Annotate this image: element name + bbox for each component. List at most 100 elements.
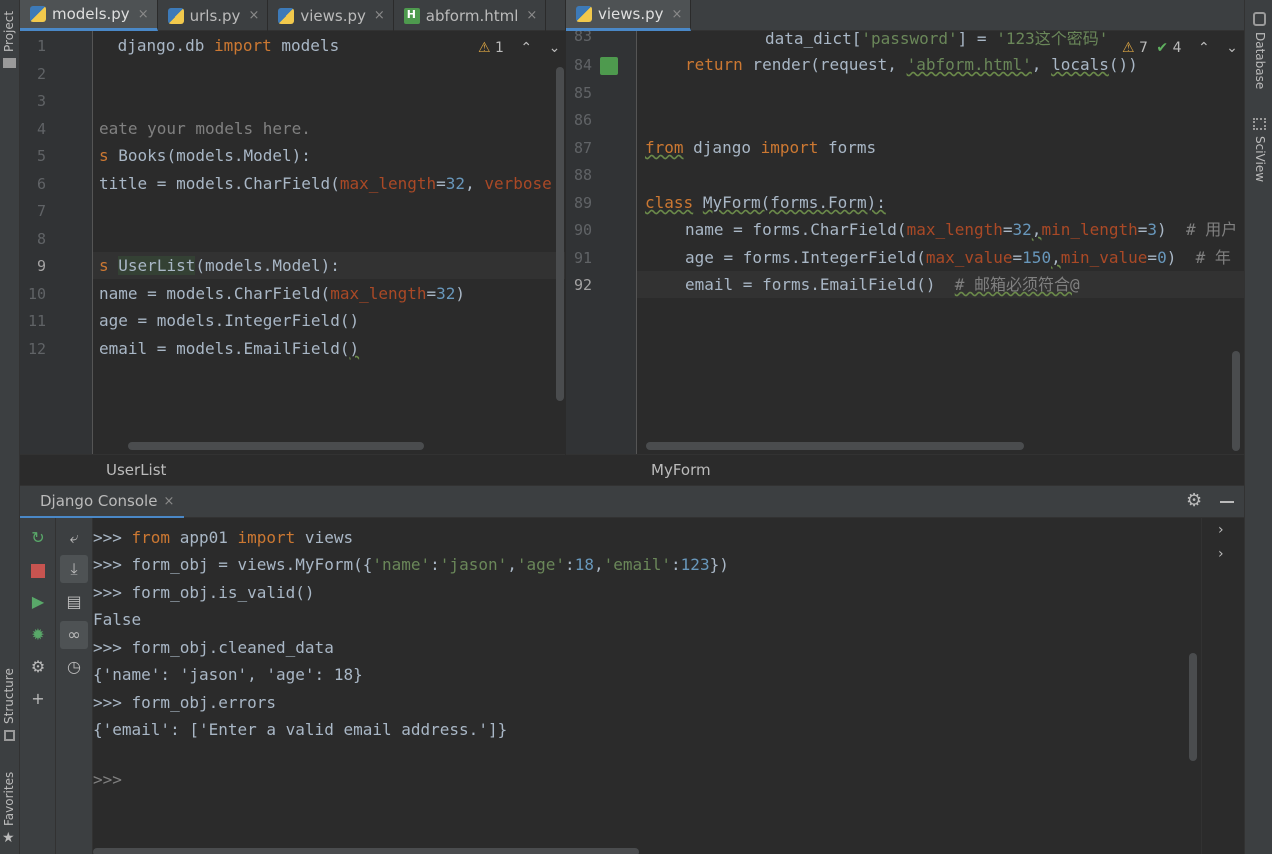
line-number: 7 [36,202,46,220]
tab-django-console[interactable]: Django Console × [20,486,185,519]
tab-views-py-right[interactable]: views.py × [566,0,692,31]
close-icon[interactable]: × [163,494,174,509]
vertical-scrollbar[interactable] [1232,351,1240,451]
chevron-down-icon[interactable]: ⌄ [1226,40,1238,56]
chevron-right-icon[interactable]: › [1218,546,1224,562]
breadcrumb-item[interactable]: UserList [106,461,166,479]
console-header: Django Console × ⚙ [20,485,1244,519]
line-number: 88 [573,166,592,184]
console-line: >>> form_obj.cleaned_data [93,638,334,657]
line-number: 5 [36,147,46,165]
line-number: 4 [36,120,46,138]
console-output[interactable]: >>> from app01 import views >>> form_obj… [93,518,1201,854]
chevron-up-icon[interactable]: ⌃ [520,40,532,56]
gear-icon[interactable]: ⚙ [1186,490,1202,511]
structure-tool-button[interactable]: Structure [2,668,16,724]
code-line: from django import forms [645,138,877,157]
console-line: >>> form_obj = views.MyForm({'name':'jas… [93,555,729,574]
close-icon[interactable]: × [672,7,683,22]
console-tab-label: Django Console [40,492,158,510]
line-number: 92 [573,276,592,294]
warning-count: 1 [495,40,504,56]
right-code-editor[interactable]: 83 84 85 86 87 88 89 90 91 92 data_dict[… [566,31,1244,454]
close-icon[interactable]: × [248,8,259,23]
line-number: 8 [36,230,46,248]
play-icon[interactable]: ▶ [28,592,48,612]
right-tool-strip: Database SciView [1244,0,1272,854]
tab-views-py[interactable]: views.py × [268,0,394,31]
favorites-tool-button[interactable]: Favorites [2,772,16,826]
left-editor-tab-bar: models.py × urls.py × views.py × abform.… [20,0,565,31]
chevron-up-icon[interactable]: ⌃ [1198,40,1210,56]
chevron-down-icon[interactable]: ⌄ [549,40,561,56]
code-line: age = forms.IntegerField(max_value=150,m… [685,248,1231,267]
html-template-gutter-icon[interactable] [600,57,618,75]
code-line: email = forms.EmailField() # 邮箱必须符合@ [685,275,1080,294]
tab-models-py[interactable]: models.py × [20,0,158,31]
console-prompt[interactable]: >>> [93,766,122,793]
tab-urls-py[interactable]: urls.py × [158,0,269,31]
inspection-widget[interactable]: ⚠ 7 ✔ 4 ⌃ ⌄ [1118,40,1238,56]
code-line: eate your models here. [99,119,311,138]
horizontal-scrollbar[interactable] [128,442,424,450]
line-number: 84 [573,56,592,74]
line-number: 10 [27,285,46,303]
structure-icon [4,730,15,741]
python-file-icon [167,7,184,24]
project-tool-button[interactable]: Project [2,11,16,52]
code-line: s UserList(models.Model): [99,256,340,275]
soft-wrap-icon[interactable]: ⤶ [64,528,84,548]
python-file-icon [278,7,295,24]
inspection-widget[interactable]: ⚠ 1 ⌃ ⌄ [478,40,560,56]
vertical-scrollbar[interactable] [1189,653,1197,761]
code-line: name = models.CharField(max_length=32) [99,284,466,303]
close-icon[interactable]: × [526,8,537,23]
code-line: class MyForm(forms.Form): [645,193,886,212]
console-line: {'email': ['Enter a valid email address.… [93,720,508,739]
left-code-editor[interactable]: 1 2 3 4 5 6 7 8 9 10 11 12 django.db imp… [20,31,565,454]
console-line: False [93,610,142,629]
settings-icon[interactable]: ⚙ [28,657,48,677]
line-number: 91 [573,249,592,267]
minimize-icon[interactable] [1220,501,1234,503]
chevron-right-icon[interactable]: › [1218,522,1224,538]
line-number: 2 [36,65,46,83]
line-number: 85 [573,84,592,102]
horizontal-scrollbar[interactable] [93,848,639,854]
vertical-scrollbar[interactable] [556,67,564,401]
stop-icon[interactable] [31,564,45,578]
add-icon[interactable]: + [28,689,48,709]
line-number: 83 [573,31,592,45]
sciview-tool-button[interactable]: SciView [1253,136,1267,182]
console-view-toolbar: ⤶ ⤓ ▤ ∞ ◷ [56,518,93,854]
line-number: 3 [36,92,46,110]
tab-abform-html[interactable]: abform.html × [394,0,547,31]
horizontal-scrollbar[interactable] [646,442,1024,450]
breadcrumb-item[interactable]: MyForm [651,461,711,479]
warning-icon: ⚠ [1122,40,1135,56]
breadcrumb[interactable]: UserList [20,454,565,485]
rerun-icon[interactable]: ↻ [28,528,48,548]
code-line: return render(request, 'abform.html', lo… [685,55,1138,74]
close-icon[interactable]: × [138,7,149,22]
line-number: 6 [36,175,46,193]
breadcrumb[interactable]: MyForm [566,454,1244,485]
database-tool-button[interactable]: Database [1253,32,1267,89]
variables-panel: › › [1201,518,1244,854]
line-number: 12 [27,340,46,358]
close-icon[interactable]: × [374,8,385,23]
line-number: 87 [573,139,592,157]
console-line: >>> form_obj.is_valid() [93,583,315,602]
sciview-icon [1253,118,1266,130]
check-count: 4 [1172,40,1182,56]
line-number: 90 [573,221,592,239]
database-icon [1253,12,1266,26]
tab-label: urls.py [189,6,241,25]
history-icon[interactable]: ◷ [64,657,84,677]
code-line: data_dict['password'] = '123这个密码' [765,31,1109,48]
debug-icon[interactable]: ✹ [28,625,48,645]
print-icon[interactable]: ▤ [64,592,84,612]
left-tool-strip: Project Structure Favorites ★ [0,0,20,854]
code-line: age = models.IntegerField() [99,311,360,330]
tab-label: views.py [598,5,664,23]
